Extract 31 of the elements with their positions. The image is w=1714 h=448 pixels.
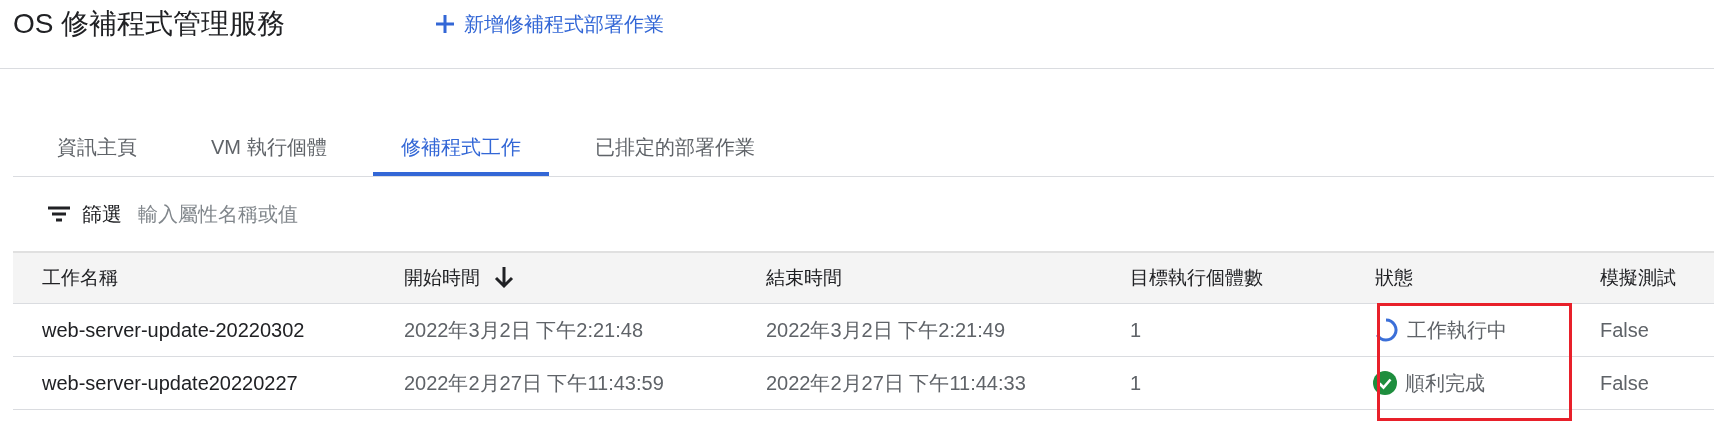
add-deployment-button[interactable]: 新增修補程式部署作業 bbox=[436, 9, 664, 39]
sort-down-icon[interactable] bbox=[494, 267, 514, 289]
tab[interactable]: VM 執行個體 bbox=[183, 117, 355, 176]
filter-field[interactable]: 輸入屬性名稱或值 bbox=[138, 199, 538, 229]
plus-icon bbox=[436, 15, 454, 33]
column-header: 目標執行個體數 bbox=[1130, 265, 1263, 290]
table-cell-text: 2022年2月27日 下午11:44:33 bbox=[765, 371, 1027, 396]
status-text: 工作執行中 bbox=[1407, 318, 1507, 343]
table-cell-text: 2022年3月2日 下午2:21:48 bbox=[403, 318, 645, 343]
table-cell-text: web-server-update-20220302 bbox=[41, 318, 306, 343]
table-cell-text: False bbox=[1599, 318, 1650, 343]
column-header: 狀態 bbox=[1375, 265, 1413, 290]
table-cell-text: False bbox=[1599, 371, 1650, 396]
spinner-icon bbox=[1373, 317, 1399, 343]
status-text: 順利完成 bbox=[1405, 371, 1485, 396]
column-header: 模擬測試 bbox=[1600, 265, 1676, 290]
column-header: 開始時間 bbox=[404, 265, 480, 290]
tab[interactable]: 資訊主頁 bbox=[29, 117, 165, 176]
table-cell-text: 1 bbox=[1129, 371, 1143, 396]
page-title: OS 修補程式管理服務 bbox=[13, 7, 287, 41]
check-circle-icon bbox=[1373, 371, 1397, 395]
tab[interactable]: 已排定的部署作業 bbox=[566, 117, 783, 176]
filter-icon bbox=[48, 206, 70, 222]
table-cell-text: 2022年3月2日 下午2:21:49 bbox=[765, 318, 1007, 343]
column-header: 工作名稱 bbox=[42, 265, 118, 290]
table-cell-text: web-server-update20220227 bbox=[41, 371, 299, 396]
tab[interactable]: 修補程式工作 bbox=[372, 117, 549, 176]
table-cell-text: 2022年2月27日 下午11:43:59 bbox=[403, 371, 665, 396]
column-header: 結束時間 bbox=[766, 265, 842, 290]
table-cell-text: 1 bbox=[1129, 318, 1143, 343]
filter-button[interactable]: 篩選 bbox=[48, 199, 122, 229]
